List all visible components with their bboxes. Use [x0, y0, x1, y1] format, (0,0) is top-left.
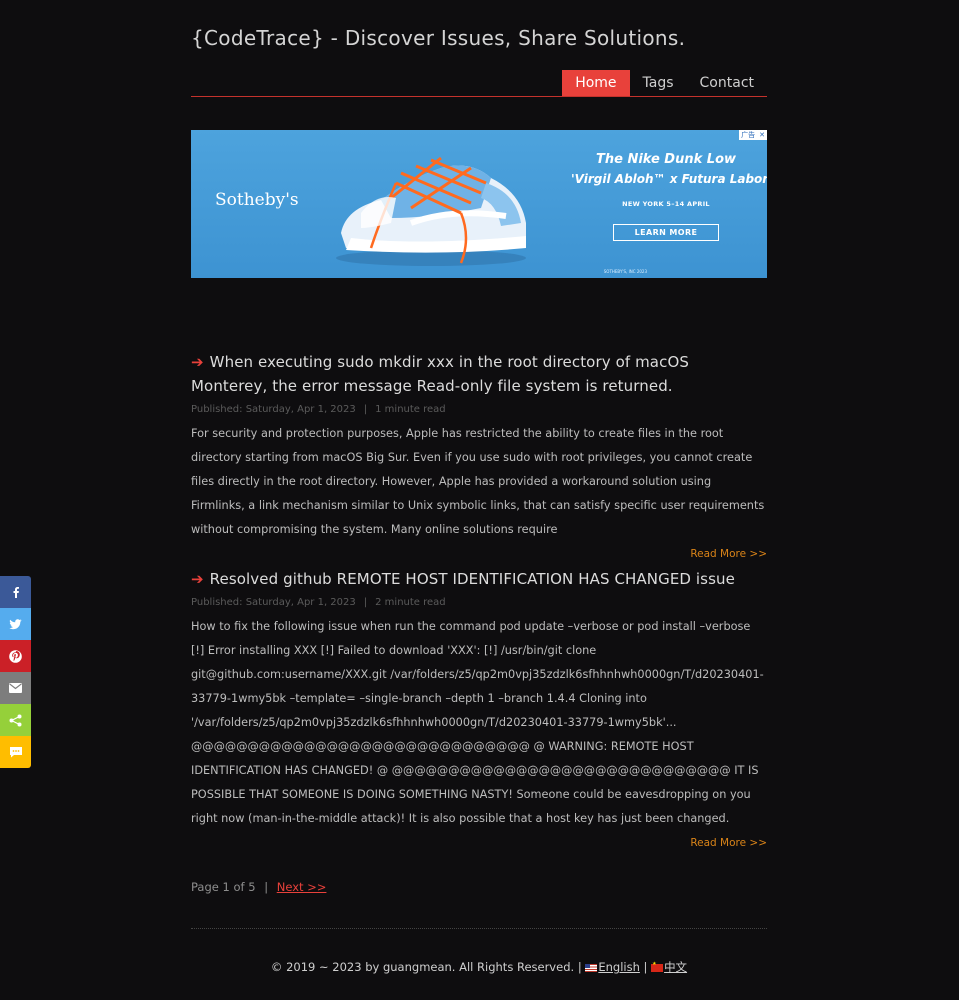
arrow-right-icon: ➔: [191, 353, 204, 371]
post-title-text[interactable]: Resolved github REMOTE HOST IDENTIFICATI…: [210, 570, 735, 588]
twitter-icon: [9, 619, 22, 630]
nav-item-contact[interactable]: Contact: [687, 70, 767, 96]
copyright-text: © 2019 ~ 2023 by guangmean. All Rights R…: [270, 960, 575, 974]
post-title-text[interactable]: When executing sudo mkdir xxx in the roo…: [191, 353, 689, 395]
site-title[interactable]: {CodeTrace} - Discover Issues, Share Sol…: [191, 26, 685, 50]
post-title[interactable]: ➔ Resolved github REMOTE HOST IDENTIFICAT…: [191, 567, 767, 591]
post-title[interactable]: ➔ When executing sudo mkdir xxx in the ro…: [191, 350, 767, 398]
facebook-icon: [13, 587, 19, 598]
pinterest-icon: [9, 649, 22, 663]
us-flag-icon: [585, 963, 598, 972]
share-facebook-button[interactable]: [0, 576, 31, 608]
share-email-button[interactable]: [0, 672, 31, 704]
post-published-date: Published: Saturday, Apr 1, 2023: [191, 597, 356, 608]
main-nav: Home Tags Contact: [562, 70, 767, 96]
language-english-link[interactable]: English: [598, 960, 640, 974]
post-item: ➔ Resolved github REMOTE HOST IDENTIFICAT…: [191, 567, 767, 853]
post-excerpt: For security and protection purposes, Ap…: [191, 427, 765, 536]
post-read-time: 2 minute read: [375, 597, 446, 608]
arrow-right-icon: ➔: [191, 570, 204, 588]
post-read-time: 1 minute read: [375, 404, 446, 415]
nav-divider: [191, 96, 767, 97]
ad-fine-print: SOTHEBY'S, INC 2023: [603, 269, 647, 274]
meta-separator: |: [363, 597, 368, 608]
sneaker-image: [336, 156, 526, 266]
share-twitter-button[interactable]: [0, 608, 31, 640]
sharethis-icon: [9, 714, 22, 726]
footer-separator: |: [643, 960, 648, 974]
ad-brand-logo: Sotheby's: [215, 190, 299, 210]
post-excerpt: How to fix the following issue when run …: [191, 620, 764, 825]
share-sharethis-button[interactable]: [0, 704, 31, 736]
next-page-link[interactable]: Next >>: [277, 880, 327, 894]
page: {CodeTrace} - Discover Issues, Share Sol…: [0, 0, 959, 1000]
ad-banner[interactable]: Sotheby's The Nike Dunk Low 'Virgil Ablo…: [191, 130, 767, 278]
pagination-separator: |: [264, 880, 269, 894]
ad-label: 广告: [741, 131, 756, 139]
sms-icon: [9, 747, 22, 758]
email-icon: [9, 683, 22, 693]
post-meta: Published: Saturday, Apr 1, 2023 | 2 minut…: [191, 596, 767, 610]
post-item: ➔ When executing sudo mkdir xxx in the ro…: [191, 350, 767, 564]
read-more-link[interactable]: Read More >>: [191, 833, 767, 853]
nav-item-home[interactable]: Home: [562, 70, 630, 96]
post-meta: Published: Saturday, Apr 1, 2023 | 1 minut…: [191, 403, 767, 417]
ad-close-icon[interactable]: ✕: [757, 130, 767, 140]
page-indicator: Page 1 of 5: [191, 880, 256, 894]
footer: © 2019 ~ 2023 by guangmean. All Rights R…: [191, 959, 767, 975]
meta-separator: |: [363, 404, 368, 415]
ad-learn-more-button[interactable]: LEARN MORE: [613, 224, 719, 241]
read-more-link[interactable]: Read More >>: [191, 544, 767, 564]
ad-subheadline: 'Virgil Abloh™ x Futura Laboratories': [571, 172, 767, 186]
ad-choices-badge[interactable]: 广告 ✕: [739, 130, 767, 140]
social-share-bar: [0, 576, 31, 768]
china-flag-icon: [651, 961, 664, 972]
share-sms-button[interactable]: [0, 736, 31, 768]
post-published-date: Published: Saturday, Apr 1, 2023: [191, 404, 356, 415]
nav-item-tags[interactable]: Tags: [630, 70, 687, 96]
pagination: Page 1 of 5 | Next >>: [191, 880, 326, 894]
read-more-text[interactable]: Read More >>: [690, 837, 767, 849]
ad-copy: The Nike Dunk Low 'Virgil Abloh™ x Futur…: [571, 152, 767, 241]
ad-event-info: NEW YORK 5–14 APRIL: [622, 200, 710, 208]
read-more-text[interactable]: Read More >>: [690, 548, 767, 560]
language-chinese-link[interactable]: 中文: [664, 960, 687, 974]
ad-headline: The Nike Dunk Low: [595, 152, 737, 167]
share-pinterest-button[interactable]: [0, 640, 31, 672]
footer-separator: |: [577, 960, 582, 974]
footer-divider: [191, 928, 767, 929]
